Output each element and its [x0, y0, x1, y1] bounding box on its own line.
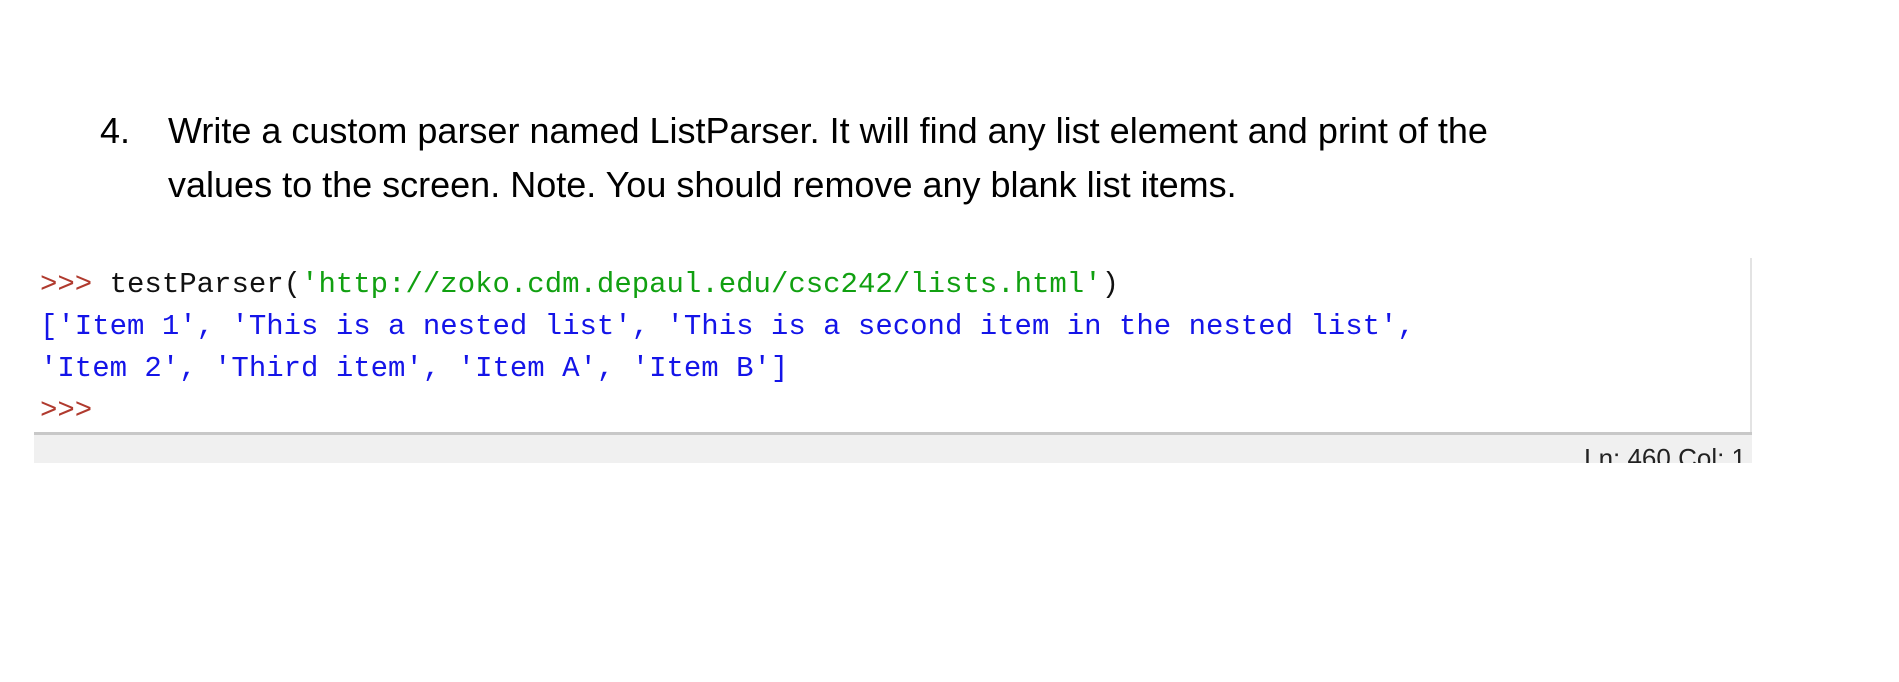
cursor-position: Ln: 460 Col: 1	[1584, 443, 1746, 463]
python-shell-window[interactable]: >>> testParser('http://zoko.cdm.depaul.e…	[34, 258, 1752, 432]
question-text-line-1: Write a custom parser named ListParser. …	[168, 110, 1488, 151]
output-line-1: ['Item 1', 'This is a nested list', 'Thi…	[40, 310, 1415, 343]
shell-prompt: >>>	[40, 268, 93, 301]
shell-prompt-final[interactable]: >>>	[40, 394, 92, 427]
function-call: testParser(	[92, 268, 302, 301]
shell-output: >>> testParser('http://zoko.cdm.depaul.e…	[40, 264, 1415, 432]
output-line-2: 'Item 2', 'Third item', 'Item A', 'Item …	[40, 352, 789, 385]
url-argument: 'http://zoko.cdm.depaul.edu/csc242/lists…	[301, 268, 1102, 301]
call-close-paren: )	[1101, 268, 1119, 301]
question-text-line-2: values to the screen. Note. You should r…	[168, 164, 1237, 205]
status-bar: Ln: 460 Col: 1	[34, 435, 1752, 463]
question-number: 4.	[100, 110, 131, 151]
